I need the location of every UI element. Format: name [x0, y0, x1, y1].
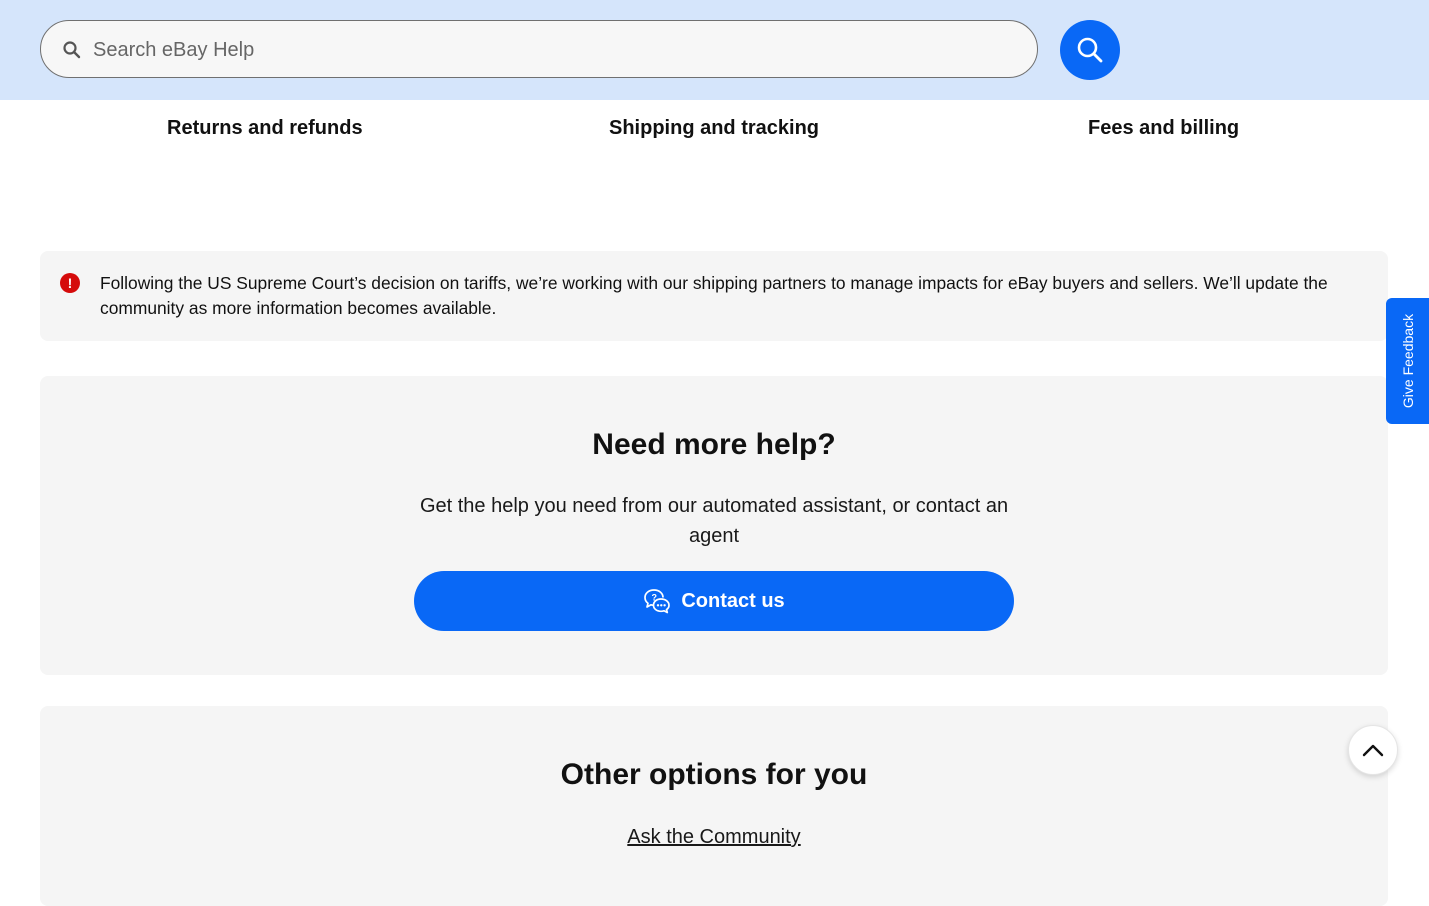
notice-text: Following the US Supreme Court’s decisio… [100, 273, 1328, 318]
search-button[interactable] [1060, 20, 1120, 80]
chat-bubbles-icon: ? [644, 589, 671, 614]
search-band [0, 0, 1429, 100]
need-help-subtitle: Get the help you need from our automated… [419, 495, 1009, 547]
tariff-notice: ! Following the US Supreme Court’s decis… [40, 251, 1388, 341]
contact-us-label: Contact us [681, 589, 785, 612]
contact-us-button[interactable]: ? Contact us [414, 571, 1014, 631]
other-options-card: Other options for you Ask the Community [40, 706, 1388, 906]
need-help-card: Need more help? Get the help you need fr… [40, 376, 1388, 675]
ask-community-link[interactable]: Ask the Community [40, 826, 1388, 849]
need-help-title: Need more help? [592, 428, 836, 461]
search-icon [63, 41, 81, 59]
chevron-up-icon [1362, 744, 1384, 757]
search-input[interactable] [91, 21, 1025, 79]
category-returns-refunds[interactable]: Returns and refunds [167, 117, 363, 140]
search-icon [1077, 37, 1103, 63]
give-feedback-tab[interactable]: Give Feedback [1386, 298, 1429, 424]
give-feedback-label: Give Feedback [1399, 313, 1416, 409]
scroll-to-top-button[interactable] [1348, 725, 1398, 775]
search-box[interactable] [40, 20, 1038, 79]
category-shipping-tracking[interactable]: Shipping and tracking [609, 117, 819, 140]
category-fees-billing[interactable]: Fees and billing [1088, 117, 1239, 140]
svg-text:?: ? [652, 593, 658, 603]
alert-icon: ! [60, 273, 80, 293]
other-options-title: Other options for you [560, 758, 868, 791]
